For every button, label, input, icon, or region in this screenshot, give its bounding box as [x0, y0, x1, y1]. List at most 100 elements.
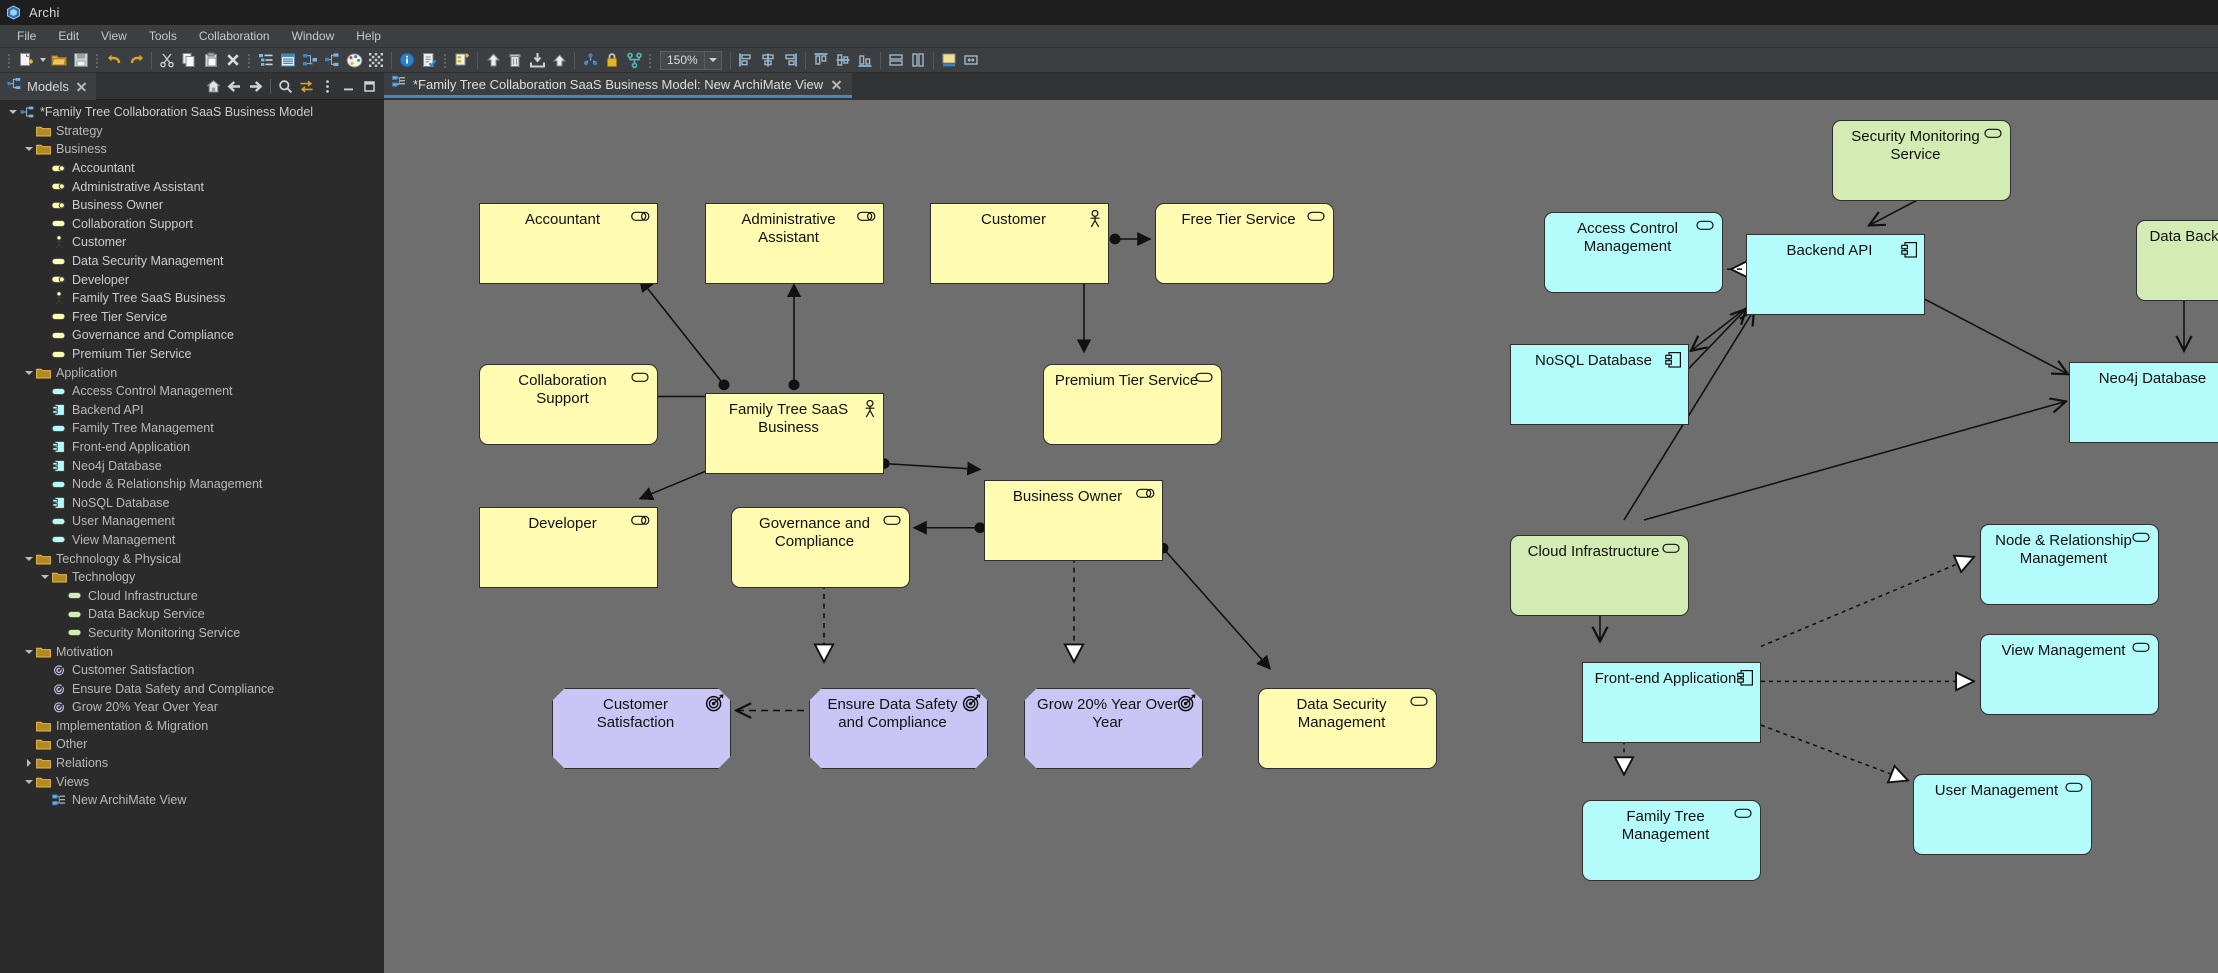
diagram-node-bizowner[interactable]: Business Owner [984, 480, 1163, 561]
new-view-icon[interactable] [451, 49, 473, 71]
lock-icon[interactable] [601, 49, 623, 71]
diagram-node-premtier[interactable]: Premium Tier Service [1043, 364, 1222, 445]
diagram-node-cloudinfra[interactable]: Cloud Infrastructure [1510, 535, 1689, 616]
tree-item[interactable]: Access Control Management [0, 382, 384, 401]
new-model-icon[interactable] [15, 49, 37, 71]
diagram-node-frontend[interactable]: Front-end Application [1582, 662, 1761, 743]
tree-item[interactable]: Governance and Compliance [0, 326, 384, 345]
validator-icon[interactable] [418, 49, 440, 71]
merge-icon[interactable] [482, 49, 504, 71]
default-size-icon[interactable] [960, 49, 982, 71]
diagram-node-accountant[interactable]: Accountant [479, 203, 658, 284]
tree-item[interactable]: NoSQL Database [0, 493, 384, 512]
tree-item[interactable]: Administrative Assistant [0, 177, 384, 196]
align-top-icon[interactable] [810, 49, 832, 71]
back-arrow-icon[interactable] [224, 76, 245, 97]
tree-item[interactable]: Data Security Management [0, 252, 384, 271]
toolbar-grip-3[interactable] [246, 51, 253, 69]
diagram-node-ensuredata[interactable]: Ensure Data Safety and Compliance [809, 688, 988, 769]
fill-color-icon[interactable] [938, 49, 960, 71]
diagram-node-noderel[interactable]: Node & Relationship Management [1980, 524, 2159, 605]
tree-item[interactable]: Strategy [0, 122, 384, 141]
tree-item[interactable]: Premium Tier Service [0, 345, 384, 364]
diagram-node-ftsaas[interactable]: Family Tree SaaS Business [705, 393, 884, 474]
info-icon[interactable] [396, 49, 418, 71]
tree-item[interactable]: *Family Tree Collaboration SaaS Business… [0, 103, 384, 122]
copy-icon[interactable] [178, 49, 200, 71]
diagram-node-viewmgmt[interactable]: View Management [1980, 634, 2159, 715]
model-tree[interactable]: *Family Tree Collaboration SaaS Business… [0, 100, 384, 973]
close-icon[interactable] [75, 80, 88, 93]
outline-icon[interactable] [255, 49, 277, 71]
tree-item[interactable]: Neo4j Database [0, 456, 384, 475]
save-model-icon[interactable] [70, 49, 92, 71]
tree-item[interactable]: Cloud Infrastructure [0, 586, 384, 605]
align-bottom-icon[interactable] [854, 49, 876, 71]
tree-item[interactable]: Business Owner [0, 196, 384, 215]
branch-icon[interactable] [623, 49, 645, 71]
trash-icon[interactable] [504, 49, 526, 71]
search-icon[interactable] [275, 76, 296, 97]
diagram-node-datasec[interactable]: Data Security Management [1258, 688, 1437, 769]
diagram-node-developer[interactable]: Developer [479, 507, 658, 588]
tree-item[interactable]: Technology & Physical [0, 549, 384, 568]
diagram-node-usermgmt[interactable]: User Management [1913, 774, 2092, 855]
tree-item[interactable]: Customer [0, 233, 384, 252]
menu-collaboration[interactable]: Collaboration [188, 26, 281, 46]
diagram-node-backendapi[interactable]: Backend API [1746, 234, 1925, 315]
menu-tools[interactable]: Tools [138, 26, 188, 46]
diagram-node-ftmgmt[interactable]: Family Tree Management [1582, 800, 1761, 881]
diagram-canvas[interactable]: Accountant Administrative Assistant Custom… [384, 100, 2218, 973]
diagram-node-governance[interactable]: Governance and Compliance [731, 507, 910, 588]
tree-item[interactable]: View Management [0, 531, 384, 550]
diagram-node-neo4jdb[interactable]: Neo4j Database [2069, 362, 2218, 443]
publish-icon[interactable] [548, 49, 570, 71]
close-icon[interactable] [830, 78, 843, 91]
align-center-icon[interactable] [757, 49, 779, 71]
cut-icon[interactable] [156, 49, 178, 71]
delete-icon[interactable] [222, 49, 244, 71]
match-height-icon[interactable] [907, 49, 929, 71]
tree-item[interactable]: Accountant [0, 159, 384, 178]
tree-item[interactable]: Node & Relationship Management [0, 475, 384, 494]
align-right-icon[interactable] [779, 49, 801, 71]
tree-item[interactable]: Free Tier Service [0, 308, 384, 327]
diagram-node-grow20[interactable]: Grow 20% Year Over Year [1024, 688, 1203, 769]
models-tab[interactable]: Models [0, 72, 96, 100]
tree-item[interactable]: Backend API [0, 401, 384, 420]
undo-icon[interactable] [103, 49, 125, 71]
twisty-open-icon[interactable] [6, 106, 19, 119]
tree-item[interactable]: Ensure Data Safety and Compliance [0, 679, 384, 698]
menu-view[interactable]: View [90, 26, 138, 46]
chevron-down-icon[interactable] [703, 51, 721, 69]
tree-item[interactable]: Application [0, 363, 384, 382]
toolbar-grip-5[interactable] [647, 51, 654, 69]
diagram-node-adminasst[interactable]: Administrative Assistant [705, 203, 884, 284]
import-icon[interactable] [526, 49, 548, 71]
diagram-node-accessctrl[interactable]: Access Control Management [1544, 212, 1723, 293]
align-left-icon[interactable] [735, 49, 757, 71]
editor-tab-archimate-view[interactable]: *Family Tree Collaboration SaaS Business… [384, 73, 853, 98]
toolbar-grip-4[interactable] [442, 51, 449, 69]
tree-item[interactable]: Implementation & Migration [0, 717, 384, 736]
minimize-icon[interactable] [338, 76, 359, 97]
tree-item[interactable]: Security Monitoring Service [0, 624, 384, 643]
twisty-open-icon[interactable] [22, 552, 35, 565]
zoom-level-combobox[interactable]: 150% [660, 50, 722, 70]
grid-icon[interactable] [365, 49, 387, 71]
forward-arrow-icon[interactable] [245, 76, 266, 97]
twisty-open-icon[interactable] [22, 645, 35, 658]
properties-icon[interactable] [277, 49, 299, 71]
maximize-icon[interactable] [359, 76, 380, 97]
twisty-closed-icon[interactable] [22, 757, 35, 770]
diagram-node-custsat[interactable]: Customer Satisfaction [552, 688, 731, 769]
tree-item[interactable]: Relations [0, 754, 384, 773]
diagram-node-collabsup[interactable]: Collaboration Support [479, 364, 658, 445]
tree-item[interactable]: Views [0, 772, 384, 791]
redo-icon[interactable] [125, 49, 147, 71]
diagram-canvas-wrapper[interactable]: Accountant Administrative Assistant Custom… [384, 100, 2218, 973]
diagram-node-nosqldb[interactable]: NoSQL Database [1510, 344, 1689, 425]
tree-item[interactable]: Motivation [0, 642, 384, 661]
palette-icon[interactable] [343, 49, 365, 71]
tree-item[interactable]: Family Tree Management [0, 419, 384, 438]
